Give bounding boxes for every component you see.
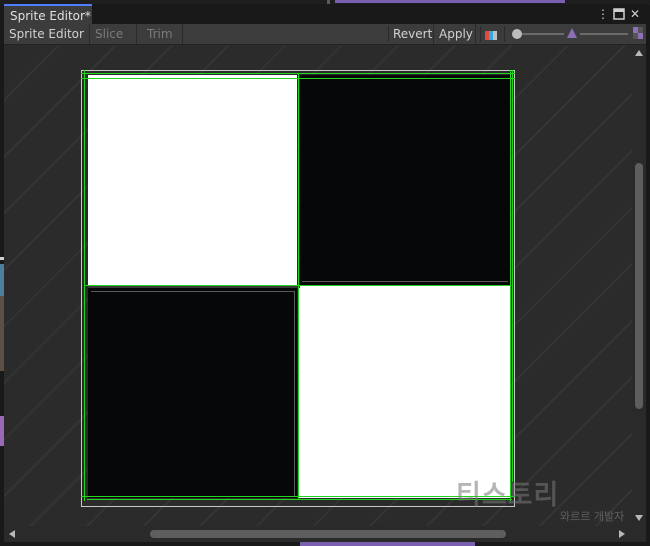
- watermark-text: 티스토리: [456, 480, 560, 511]
- zoom-slider-handle[interactable]: [512, 29, 522, 39]
- horizontal-scroll-thumb[interactable]: [150, 530, 506, 538]
- mip-slider-track: [580, 33, 628, 35]
- tab-bar: Sprite Editor* ⋮ ✕: [4, 4, 646, 24]
- tile-inner-edge: [302, 281, 508, 282]
- more-options-icon[interactable]: ⋮: [596, 6, 610, 22]
- mip-level-slider[interactable]: [578, 27, 632, 41]
- horizontal-scrollbar[interactable]: [4, 526, 632, 542]
- zoom-slider-track: [516, 33, 564, 35]
- scroll-down-icon[interactable]: [635, 515, 643, 521]
- sprite-editor-window: Sprite Editor* ⋮ ✕ Sprite Editor Slice T…: [4, 4, 646, 542]
- tile-inner-edge: [91, 291, 294, 292]
- apply-button[interactable]: Apply: [434, 24, 476, 44]
- maximize-icon[interactable]: [612, 6, 626, 22]
- toolbar-divider: [480, 26, 481, 42]
- vertical-scroll-thumb[interactable]: [635, 163, 643, 409]
- scrollbar-corner: [632, 526, 646, 542]
- checker-toggle-icon[interactable]: [633, 27, 643, 42]
- host-selection-bar: [335, 0, 565, 3]
- sprite-outline: [87, 499, 512, 500]
- sprite-outline: [510, 70, 511, 501]
- sprite-tile-top-right[interactable]: [300, 75, 510, 285]
- close-icon[interactable]: ✕: [628, 6, 642, 22]
- sprite-canvas[interactable]: 티스토리 와르르 개발자: [4, 45, 632, 526]
- sprite-slice-line: [298, 74, 299, 499]
- vertical-scrollbar[interactable]: [632, 45, 646, 526]
- tile-inner-edge: [294, 291, 295, 496]
- slice-button-label: Slice: [95, 27, 124, 41]
- sprite-tile-bottom-left[interactable]: [88, 288, 297, 498]
- mode-dropdown-label: Sprite Editor: [9, 27, 84, 41]
- watermark-subtext: 와르르 개발자: [560, 510, 625, 523]
- toolbar: Sprite Editor Slice Trim Revert Apply: [4, 24, 646, 56]
- toolbar-divider: [504, 26, 505, 42]
- tab-sprite-editor[interactable]: Sprite Editor*: [4, 4, 92, 24]
- color-channel-icon[interactable]: [485, 29, 497, 43]
- revert-button[interactable]: Revert: [388, 24, 434, 44]
- sprite-tile-top-left[interactable]: [88, 75, 297, 285]
- trim-button[interactable]: Trim: [137, 24, 183, 44]
- mode-dropdown[interactable]: Sprite Editor: [4, 24, 90, 56]
- sprite-outline: [512, 70, 513, 482]
- sprite-tile-bottom-right[interactable]: [298, 286, 510, 498]
- scroll-right-icon[interactable]: [619, 530, 625, 538]
- sprite-slice-line: [85, 285, 510, 286]
- slice-button[interactable]: Slice: [90, 24, 137, 56]
- zoom-slider[interactable]: [512, 27, 568, 41]
- mip-level-icon: [566, 27, 578, 42]
- scroll-left-icon[interactable]: [9, 530, 15, 538]
- scroll-up-icon[interactable]: [635, 50, 643, 56]
